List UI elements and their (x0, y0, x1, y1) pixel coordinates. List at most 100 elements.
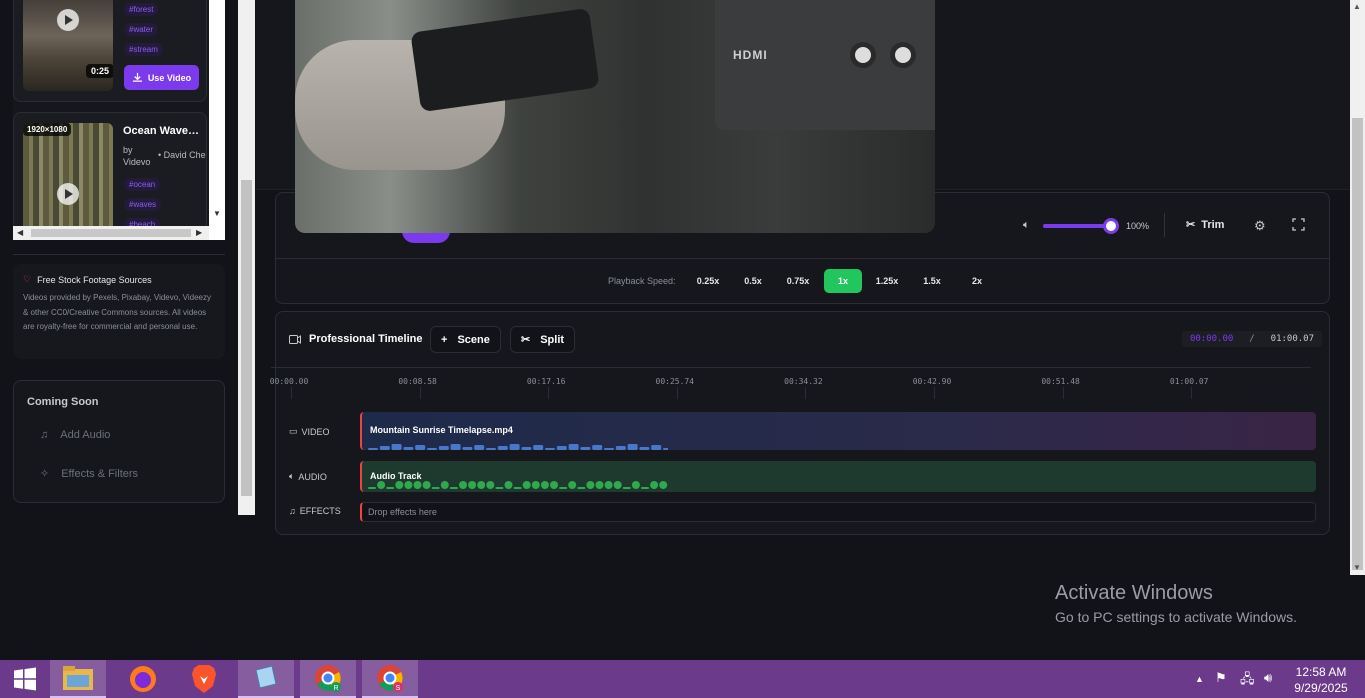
speed-1.25x-button[interactable]: 1.25x (868, 269, 906, 293)
speed-1.5x-button[interactable]: 1.5x (913, 269, 951, 293)
speed-0.25x-button[interactable]: 0.25x (689, 269, 727, 293)
video-library-list: 0:25 #forest #water #stream Use Video 19… (13, 0, 209, 226)
hdmi-label: HDMI (733, 48, 768, 62)
speed-2x-button[interactable]: 2x (958, 269, 996, 293)
scroll-right-arrow-icon[interactable]: ▶ (196, 228, 202, 237)
waveform-bar (440, 481, 449, 489)
audio-waveform (368, 481, 668, 489)
waveform-bar (449, 487, 458, 489)
waveform-bar (639, 447, 650, 450)
timeline-panel: Professional Timeline + Scene ✂ Split 00… (270, 311, 1330, 535)
svg-text:R: R (333, 685, 338, 692)
tag-chip[interactable]: #ocean (124, 178, 161, 191)
divider (1164, 213, 1165, 237)
music-note-icon: ♫ (40, 429, 49, 441)
time-separator: / (1249, 334, 1255, 344)
tag-chip[interactable]: #waves (124, 198, 162, 211)
effects-track-label: ♫ EFFECTS (289, 506, 341, 516)
waveform-bar (474, 445, 485, 450)
ruler-label: 00:17.16 (526, 377, 566, 386)
waveform-bar (650, 481, 659, 489)
source-name: Videvo (123, 157, 151, 167)
effects-drop-zone[interactable]: Drop effects here (360, 502, 1316, 522)
plus-icon: + (441, 333, 448, 346)
waveform-bar (568, 444, 579, 450)
waveform-bar (604, 448, 614, 450)
video-thumbnail[interactable]: 0:25 (23, 0, 113, 91)
page-vertical-scrollbar[interactable]: ▲ ▼ (1350, 0, 1365, 575)
left-panel: 0:25 #forest #water #stream Use Video 19… (0, 0, 256, 660)
scissors-icon: ✂ (521, 334, 531, 346)
firefox-icon[interactable] (115, 660, 171, 698)
waveform-bar (545, 448, 555, 450)
video-clip[interactable]: Mountain Sunrise Timelapse.mp4 (360, 412, 1316, 450)
volume-icon[interactable]: 🔈︎ (1023, 219, 1030, 232)
trim-button[interactable]: ✂ Trim (1186, 218, 1224, 232)
time-display: 00:00.00 / 01:00.07 (1182, 331, 1322, 347)
timeline-heading: Professional Timeline (289, 333, 423, 345)
scrollbar-thumb[interactable] (241, 180, 252, 496)
speaker-icon: 🔈︎ (289, 471, 295, 481)
video-thumbnail[interactable]: 1920×1080 (23, 123, 113, 226)
library-vertical-scrollbar[interactable]: ▼ (209, 0, 225, 226)
speed-1x-button[interactable]: 1x (824, 269, 862, 293)
windows-start-icon[interactable] (0, 660, 50, 698)
sidebar-vertical-scrollbar[interactable] (238, 0, 255, 515)
ruler-tick (1191, 387, 1193, 399)
file-explorer-icon[interactable] (50, 660, 106, 698)
audio-track-name: AUDIO (298, 471, 327, 482)
video-source: by Videvo (123, 144, 150, 168)
library-horizontal-scrollbar[interactable]: ◀ ▶ (13, 226, 209, 240)
timeline-title: Professional Timeline (309, 333, 423, 345)
fullscreen-icon[interactable] (1292, 218, 1305, 231)
show-hidden-icons-icon[interactable]: ▲ (1195, 674, 1204, 684)
speed-0.75x-button[interactable]: 0.75x (779, 269, 817, 293)
ruler-baseline (271, 367, 1311, 368)
gear-icon[interactable]: ⚙ (1254, 218, 1266, 234)
notes-app-icon[interactable] (238, 660, 294, 698)
watermark-subtitle: Go to PC settings to activate Windows. (1055, 609, 1297, 625)
tag-chip[interactable]: #beach (124, 218, 161, 226)
audio-clip[interactable]: Audio Track (360, 461, 1316, 492)
waveform-bar (486, 481, 495, 489)
waveform-bar (391, 444, 402, 450)
brave-icon[interactable] (176, 660, 232, 698)
chrome-profile-s-icon[interactable]: S (362, 660, 418, 698)
scroll-left-arrow-icon[interactable]: ◀ (17, 228, 23, 237)
waveform-bar (509, 444, 520, 450)
waveform-bar (522, 481, 531, 489)
action-center-flag-icon[interactable]: ⚑ (1215, 670, 1227, 686)
scroll-down-arrow-icon[interactable]: ▼ (213, 209, 221, 218)
video-preview[interactable]: HDMI (295, 0, 935, 233)
video-card[interactable]: 1920×1080 Ocean Wave… by Videvo • David … (13, 112, 207, 226)
ruler-tick (548, 387, 550, 399)
chrome-profile-r-icon[interactable]: R (300, 660, 356, 698)
tag-chip[interactable]: #forest (124, 3, 159, 16)
waveform-bar (531, 481, 540, 489)
taskbar-clock[interactable]: 12:58 AM 9/29/2025 (1290, 664, 1352, 696)
play-icon[interactable] (57, 183, 79, 205)
speed-0.5x-button[interactable]: 0.5x (734, 269, 772, 293)
add-scene-button[interactable]: + Scene (430, 326, 501, 353)
waveform-bar (395, 481, 404, 489)
current-time: 00:00.00 (1189, 334, 1234, 344)
volume-slider-handle[interactable] (1103, 218, 1119, 234)
scrollbar-thumb[interactable] (1352, 118, 1363, 570)
ruler-label: 00:25.74 (655, 377, 695, 386)
volume-tray-icon[interactable]: 🔊︎ (1264, 670, 1272, 686)
scrollbar-thumb[interactable] (31, 229, 191, 237)
video-library-scroll-area[interactable]: 0:25 #forest #water #stream Use Video 19… (13, 0, 225, 240)
use-video-button[interactable]: Use Video (124, 65, 199, 90)
network-icon[interactable]: 🖧 (1240, 670, 1255, 692)
split-button[interactable]: ✂ Split (510, 326, 576, 353)
ruler-label: 00:42.90 (912, 377, 952, 386)
scroll-down-arrow-icon[interactable]: ▼ (1353, 563, 1361, 572)
clock-date: 9/29/2025 (1294, 681, 1348, 695)
waveform-bar (459, 481, 467, 489)
video-card[interactable]: 0:25 #forest #water #stream Use Video (13, 0, 207, 102)
volume-slider[interactable] (1043, 224, 1111, 228)
tag-chip[interactable]: #water (124, 23, 159, 36)
tag-chip[interactable]: #stream (124, 43, 163, 56)
scroll-up-arrow-icon[interactable]: ▲ (1353, 2, 1361, 11)
play-icon[interactable] (57, 9, 79, 31)
